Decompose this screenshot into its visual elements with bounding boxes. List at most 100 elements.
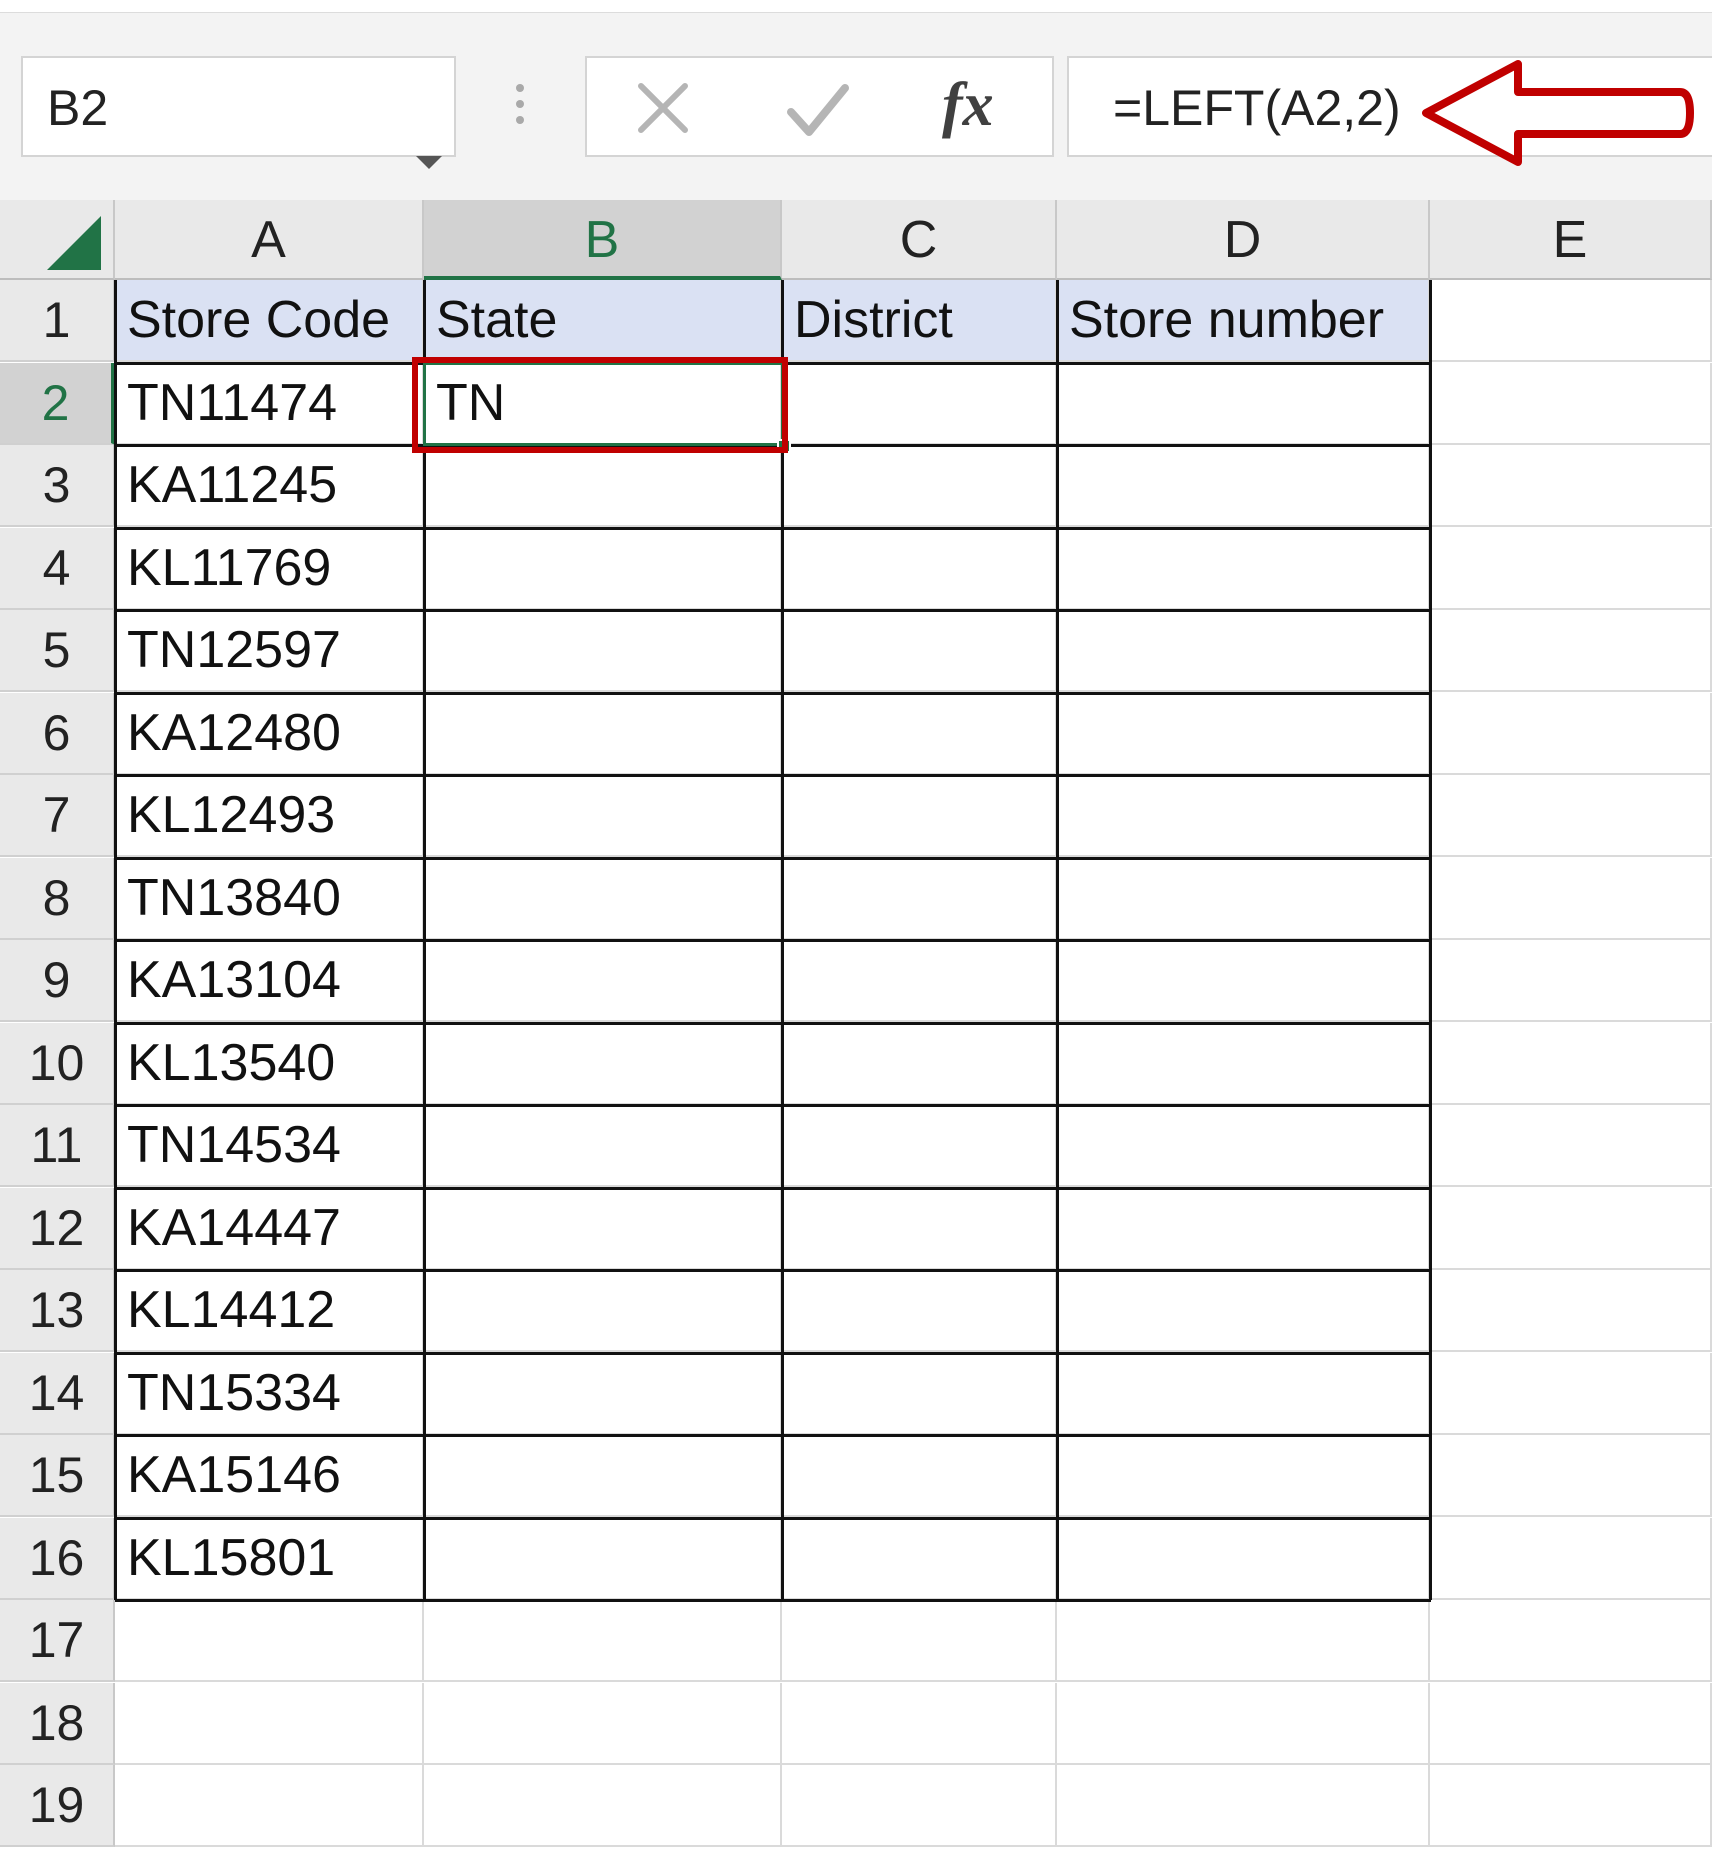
cell-a15[interactable]: KA15146 [115, 1435, 424, 1517]
cell-c15[interactable] [782, 1435, 1057, 1517]
name-box[interactable]: B2 [21, 56, 456, 169]
cell-e13[interactable] [1430, 1270, 1712, 1352]
cell-e8[interactable] [1430, 857, 1712, 940]
row-header-7[interactable]: 7 [0, 775, 115, 857]
row-header-5[interactable]: 5 [0, 610, 115, 692]
cell-d19[interactable] [1057, 1765, 1430, 1847]
cell-e11[interactable] [1430, 1105, 1712, 1187]
cell-b4[interactable] [424, 527, 782, 610]
cell-a11[interactable]: TN14534 [115, 1105, 424, 1187]
cell-b17[interactable] [424, 1600, 782, 1682]
cell-d2[interactable] [1057, 362, 1430, 445]
cell-b18[interactable] [424, 1682, 782, 1765]
row-header-11[interactable]: 11 [0, 1105, 115, 1187]
select-all-button[interactable] [0, 200, 115, 280]
cell-b9[interactable] [424, 940, 782, 1022]
cell-b11[interactable] [424, 1105, 782, 1187]
column-header-e[interactable]: E [1430, 200, 1712, 280]
row-header-12[interactable]: 12 [0, 1187, 115, 1270]
column-header-a[interactable]: A [115, 200, 424, 280]
cell-c18[interactable] [782, 1682, 1057, 1765]
cell-d14[interactable] [1057, 1352, 1430, 1435]
cell-a19[interactable] [115, 1765, 424, 1847]
cell-d11[interactable] [1057, 1105, 1430, 1187]
cell-a17[interactable] [115, 1600, 424, 1682]
cell-e14[interactable] [1430, 1352, 1712, 1435]
cell-d17[interactable] [1057, 1600, 1430, 1682]
cell-e10[interactable] [1430, 1022, 1712, 1105]
cell-b7[interactable] [424, 775, 782, 857]
cell-b1[interactable]: State [424, 280, 782, 362]
chevron-down-icon[interactable] [416, 156, 442, 169]
cell-e15[interactable] [1430, 1435, 1712, 1517]
cell-e18[interactable] [1430, 1682, 1712, 1765]
row-header-3[interactable]: 3 [0, 445, 115, 527]
cell-c16[interactable] [782, 1517, 1057, 1600]
cell-b8[interactable] [424, 857, 782, 940]
cell-e19[interactable] [1430, 1765, 1712, 1847]
cell-a4[interactable]: KL11769 [115, 527, 424, 610]
cell-a12[interactable]: KA14447 [115, 1187, 424, 1270]
cell-c4[interactable] [782, 527, 1057, 610]
cell-c1[interactable]: District [782, 280, 1057, 362]
column-header-b[interactable]: B [424, 200, 782, 280]
row-header-1[interactable]: 1 [0, 280, 115, 362]
formula-bar-resize-handle[interactable] [513, 84, 527, 132]
cell-c19[interactable] [782, 1765, 1057, 1847]
cell-c13[interactable] [782, 1270, 1057, 1352]
cancel-icon[interactable] [633, 78, 693, 138]
cell-e12[interactable] [1430, 1187, 1712, 1270]
cell-d12[interactable] [1057, 1187, 1430, 1270]
cell-a7[interactable]: KL12493 [115, 775, 424, 857]
cell-c7[interactable] [782, 775, 1057, 857]
row-header-18[interactable]: 18 [0, 1682, 115, 1765]
cell-d6[interactable] [1057, 692, 1430, 775]
cell-c14[interactable] [782, 1352, 1057, 1435]
cell-a13[interactable]: KL14412 [115, 1270, 424, 1352]
cell-d10[interactable] [1057, 1022, 1430, 1105]
cell-a16[interactable]: KL15801 [115, 1517, 424, 1600]
cell-d4[interactable] [1057, 527, 1430, 610]
worksheet-grid[interactable]: A B C D E 1 Store Code State District Store numbe… [0, 200, 1712, 1849]
cell-b6[interactable] [424, 692, 782, 775]
cell-b12[interactable] [424, 1187, 782, 1270]
cell-c9[interactable] [782, 940, 1057, 1022]
cell-a14[interactable]: TN15334 [115, 1352, 424, 1435]
row-header-6[interactable]: 6 [0, 692, 115, 775]
cell-e3[interactable] [1430, 445, 1712, 527]
cell-b5[interactable] [424, 610, 782, 692]
row-header-15[interactable]: 15 [0, 1435, 115, 1517]
cell-b13[interactable] [424, 1270, 782, 1352]
cell-c12[interactable] [782, 1187, 1057, 1270]
cell-d18[interactable] [1057, 1682, 1430, 1765]
fill-handle[interactable] [777, 439, 791, 453]
insert-function-icon[interactable]: fx [942, 70, 994, 140]
cell-b14[interactable] [424, 1352, 782, 1435]
cell-c17[interactable] [782, 1600, 1057, 1682]
cell-a9[interactable]: KA13104 [115, 940, 424, 1022]
row-header-4[interactable]: 4 [0, 527, 115, 610]
row-header-17[interactable]: 17 [0, 1600, 115, 1682]
cell-a8[interactable]: TN13840 [115, 857, 424, 940]
cell-c11[interactable] [782, 1105, 1057, 1187]
cell-d1[interactable]: Store number [1057, 280, 1430, 362]
cell-e9[interactable] [1430, 940, 1712, 1022]
cell-c3[interactable] [782, 445, 1057, 527]
cell-c10[interactable] [782, 1022, 1057, 1105]
cell-c2[interactable] [782, 362, 1057, 445]
row-header-13[interactable]: 13 [0, 1270, 115, 1352]
cell-b3[interactable] [424, 445, 782, 527]
cell-d9[interactable] [1057, 940, 1430, 1022]
check-icon[interactable] [785, 80, 851, 140]
cell-a6[interactable]: KA12480 [115, 692, 424, 775]
cell-e2[interactable] [1430, 362, 1712, 445]
cell-a1[interactable]: Store Code [115, 280, 424, 362]
cell-d3[interactable] [1057, 445, 1430, 527]
cell-d15[interactable] [1057, 1435, 1430, 1517]
cell-c8[interactable] [782, 857, 1057, 940]
cell-a18[interactable] [115, 1682, 424, 1765]
cell-e7[interactable] [1430, 775, 1712, 857]
cell-e5[interactable] [1430, 610, 1712, 692]
row-header-10[interactable]: 10 [0, 1022, 115, 1105]
cell-a5[interactable]: TN12597 [115, 610, 424, 692]
